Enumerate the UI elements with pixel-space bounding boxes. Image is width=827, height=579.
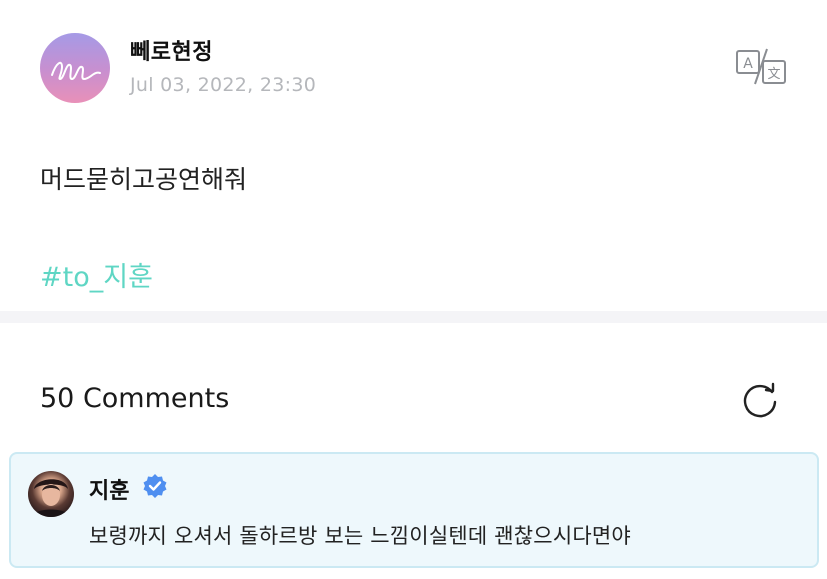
post-body-text: 머드묻히고공연해줘	[40, 165, 248, 194]
comment-card[interactable]: 지훈 보령까지 오셔서 돌하르방 보는 느낌이실텐데 괜찮으시다면야	[9, 452, 819, 568]
svg-text:文: 文	[767, 67, 780, 82]
refresh-icon[interactable]	[740, 380, 780, 420]
avatar-signature-graphic	[51, 61, 101, 81]
hashtag-link[interactable]: #to_지훈	[40, 255, 153, 294]
post-date: Jul 03, 2022, 23:30	[130, 74, 317, 96]
author-name[interactable]: 뻬로현정	[130, 34, 213, 66]
section-divider	[0, 311, 827, 323]
post-header: 뻬로현정 Jul 03, 2022, 23:30 A 文	[40, 33, 800, 103]
comment-author-avatar[interactable]	[28, 471, 74, 517]
svg-text:A: A	[743, 56, 753, 72]
author-avatar[interactable]	[40, 33, 110, 103]
translate-icon[interactable]: A 文	[735, 48, 787, 86]
comments-count: 50 Comments	[40, 383, 230, 414]
comment-text: 보령까지 오셔서 돌하르방 보는 느낌이실텐데 괜찮으시다면야	[89, 524, 631, 548]
verified-badge-icon	[142, 473, 168, 499]
comment-author-name[interactable]: 지훈	[89, 473, 129, 505]
